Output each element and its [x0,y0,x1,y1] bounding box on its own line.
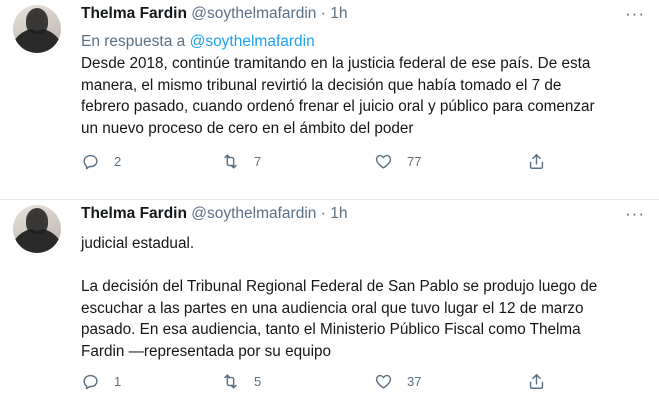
reply-button[interactable]: 2 [81,152,121,171]
reply-count: 1 [114,374,122,389]
like-button[interactable]: 37 [374,372,421,391]
timestamp[interactable]: 1h [330,205,347,222]
retweet-count: 7 [254,154,262,169]
share-icon [529,154,544,169]
reply-button[interactable]: 1 [81,372,121,391]
reply-context: En respuesta a @soythelmafardin [81,33,315,51]
like-count: 77 [407,154,422,169]
retweet-button[interactable]: 7 [221,152,261,171]
reply-handle-link[interactable]: @soythelmafardin [190,33,315,50]
author-name[interactable]: Thelma Fardin [81,5,187,22]
avatar[interactable] [13,205,61,253]
more-icon[interactable]: ··· [625,204,645,224]
like-icon [375,154,392,169]
reply-count: 2 [114,154,122,169]
tweet-actions: 2 7 77 [81,152,561,176]
author-name[interactable]: Thelma Fardin [81,205,187,222]
retweet-count: 5 [254,374,262,389]
retweet-button[interactable]: 5 [221,372,261,391]
author-handle[interactable]: @soythelmafardin [191,5,316,22]
share-button[interactable] [527,372,546,391]
tweet-header: Thelma Fardin @soythelmafardin · 1h [81,5,347,23]
like-count: 37 [407,374,422,389]
share-icon [529,374,544,389]
retweet-icon [224,154,237,169]
more-icon[interactable]: ··· [625,4,645,24]
tweet-text: judicial estadual. La decisión del Tribu… [81,235,598,360]
tweet[interactable]: Thelma Fardin @soythelmafardin · 1h ··· … [0,0,659,200]
separator: · [320,205,326,222]
share-button[interactable] [527,152,546,171]
reply-icon [83,154,98,170]
like-icon [375,374,392,389]
tweet[interactable]: Thelma Fardin @soythelmafardin · 1h ··· … [0,200,659,420]
reply-icon [83,374,98,390]
like-button[interactable]: 77 [374,152,421,171]
author-handle[interactable]: @soythelmafardin [191,205,316,222]
avatar[interactable] [13,5,61,53]
tweet-actions: 1 5 37 [81,372,561,396]
separator: · [320,5,326,22]
timestamp[interactable]: 1h [330,5,347,22]
reply-prefix: En respuesta a [81,33,186,50]
retweet-icon [224,374,237,389]
tweet-header: Thelma Fardin @soythelmafardin · 1h [81,205,347,223]
tweet-text: Desde 2018, continúe tramitando en la ju… [81,55,595,137]
